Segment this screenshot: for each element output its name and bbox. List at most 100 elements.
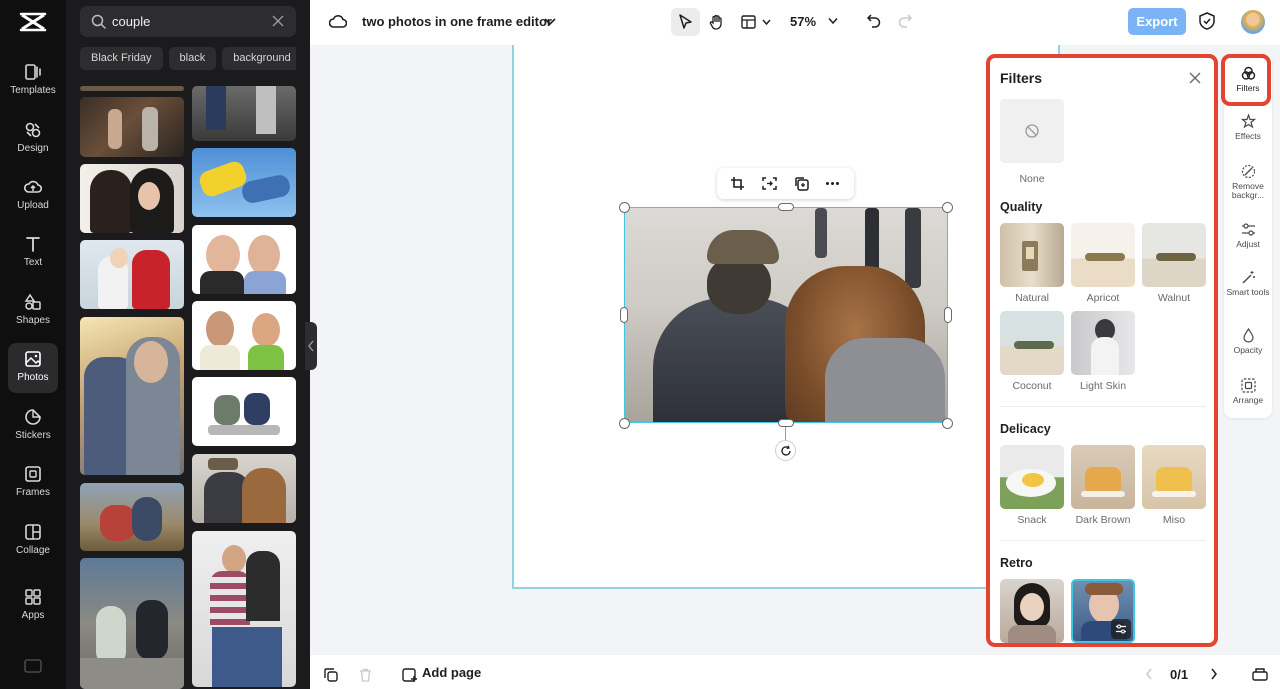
no-filter-icon [1025, 124, 1039, 138]
pages-overview-icon[interactable] [1252, 667, 1268, 681]
chip[interactable]: black [168, 47, 217, 70]
resize-handle-right[interactable] [944, 307, 952, 323]
stickers-icon [25, 409, 41, 425]
rail-label-collage: Collage [16, 545, 50, 556]
prop-effects[interactable]: Effects [1224, 114, 1272, 141]
resize-handle-bottom-right[interactable] [942, 418, 953, 429]
filter-label: Snack [1017, 514, 1047, 526]
photo-thumb[interactable] [192, 86, 296, 141]
prop-arrange[interactable]: Arrange [1224, 378, 1272, 405]
photo-thumb[interactable] [80, 483, 184, 551]
left-rail: Templates Design Upload Text Shapes Phot… [0, 0, 66, 689]
delete-page-icon[interactable] [359, 668, 372, 682]
rail-apps[interactable]: Apps [8, 581, 58, 631]
cloud-icon[interactable] [329, 13, 347, 29]
opacity-icon [1242, 328, 1254, 343]
photo-thumb[interactable] [80, 97, 184, 157]
photo-thumb[interactable] [80, 317, 184, 475]
chevron-down-icon[interactable] [544, 17, 556, 26]
zoom-chevron-down-icon[interactable] [828, 17, 838, 25]
photo-thumb[interactable] [192, 301, 296, 370]
keyboard-icon[interactable] [24, 659, 42, 673]
chip[interactable]: Black Friday [80, 47, 163, 70]
hand-tool-button[interactable] [706, 8, 728, 36]
next-page-icon[interactable] [1210, 668, 1218, 680]
crop-icon[interactable] [730, 176, 745, 191]
prop-opacity[interactable]: Opacity [1224, 328, 1272, 355]
duplicate-icon[interactable] [794, 176, 809, 191]
rail-stickers[interactable]: Stickers [8, 401, 58, 451]
replace-icon[interactable] [762, 176, 777, 191]
prop-adjust[interactable]: Adjust [1224, 222, 1272, 249]
search-input[interactable] [112, 12, 262, 31]
filter-dark-brown[interactable] [1071, 445, 1135, 509]
prop-smart-tools[interactable]: Smart tools [1224, 270, 1272, 297]
resize-handle-left[interactable] [620, 307, 628, 323]
photo-thumb[interactable] [192, 148, 296, 217]
chip[interactable]: background [222, 47, 296, 70]
close-icon[interactable] [1189, 72, 1201, 84]
filter-coconut[interactable] [1000, 311, 1064, 375]
photo-thumb[interactable] [80, 164, 184, 233]
filter-light-skin[interactable] [1071, 311, 1135, 375]
magic-wand-icon [1242, 271, 1255, 284]
rail-templates[interactable]: Templates [8, 56, 58, 106]
photo-thumb[interactable] [80, 558, 184, 689]
filter-natural[interactable] [1000, 223, 1064, 287]
rail-text[interactable]: Text [8, 228, 58, 278]
redo-icon[interactable] [898, 13, 913, 28]
photo-thumb[interactable] [80, 86, 184, 91]
filter-label: Dark Brown [1075, 514, 1131, 526]
filter-miso[interactable] [1142, 445, 1206, 509]
cursor-icon [679, 14, 692, 29]
photo-thumb[interactable] [192, 531, 296, 687]
rail-upload[interactable]: Upload [8, 171, 58, 221]
duplicate-page-icon[interactable] [324, 668, 338, 682]
undo-icon[interactable] [866, 13, 881, 28]
rail-label-shapes: Shapes [16, 315, 50, 326]
select-tool-button[interactable] [671, 8, 700, 36]
collapse-panel-handle[interactable] [305, 322, 317, 370]
capcut-logo[interactable] [19, 10, 47, 34]
filter-retro-1[interactable] [1000, 579, 1064, 643]
layout-menu-button[interactable] [738, 8, 776, 36]
rotate-handle[interactable] [775, 440, 796, 461]
rail-collage[interactable]: Collage [8, 516, 58, 566]
photo-thumb[interactable] [192, 377, 296, 446]
filter-snack[interactable] [1000, 445, 1064, 509]
prop-label: Smart tools [1226, 287, 1270, 297]
export-button[interactable]: Export [1128, 8, 1186, 35]
rotate-icon [781, 445, 791, 456]
clear-search-icon[interactable] [272, 15, 284, 27]
filter-walnut[interactable] [1142, 223, 1206, 287]
photo-thumb[interactable] [192, 454, 296, 523]
document-title[interactable]: two photos in one frame editor [362, 14, 552, 29]
selected-image[interactable] [624, 207, 948, 423]
resize-handle-bottom-left[interactable] [619, 418, 630, 429]
more-options-icon[interactable] [825, 176, 840, 191]
filter-none[interactable] [1000, 99, 1064, 163]
photo-thumb[interactable] [192, 225, 296, 294]
filter-label: None [1019, 173, 1045, 185]
filter-apricot[interactable] [1071, 223, 1135, 287]
adjust-filter-button[interactable] [1111, 619, 1131, 639]
top-bar: two photos in one frame editor 57% Expor… [310, 0, 1280, 45]
rail-frames[interactable]: Frames [8, 458, 58, 508]
resize-handle-top-left[interactable] [619, 202, 630, 213]
filter-retro-2-selected[interactable] [1071, 579, 1135, 643]
previous-page-icon[interactable] [1145, 668, 1153, 680]
rail-design[interactable]: Design [8, 114, 58, 164]
rail-photos[interactable]: Photos [8, 343, 58, 393]
resize-handle-top-right[interactable] [942, 202, 953, 213]
rail-label-photos: Photos [17, 372, 49, 383]
rail-shapes[interactable]: Shapes [8, 286, 58, 336]
avatar[interactable] [1241, 10, 1265, 34]
photos-icon [25, 351, 41, 367]
shield-icon[interactable] [1199, 12, 1215, 30]
photo-thumb[interactable] [80, 240, 184, 309]
resize-handle-bottom[interactable] [778, 419, 794, 427]
add-page-button[interactable]: Add page [422, 665, 481, 680]
resize-handle-top[interactable] [778, 203, 794, 211]
zoom-level[interactable]: 57% [790, 14, 816, 29]
prop-remove-background[interactable]: Remove backgr... [1224, 164, 1272, 200]
